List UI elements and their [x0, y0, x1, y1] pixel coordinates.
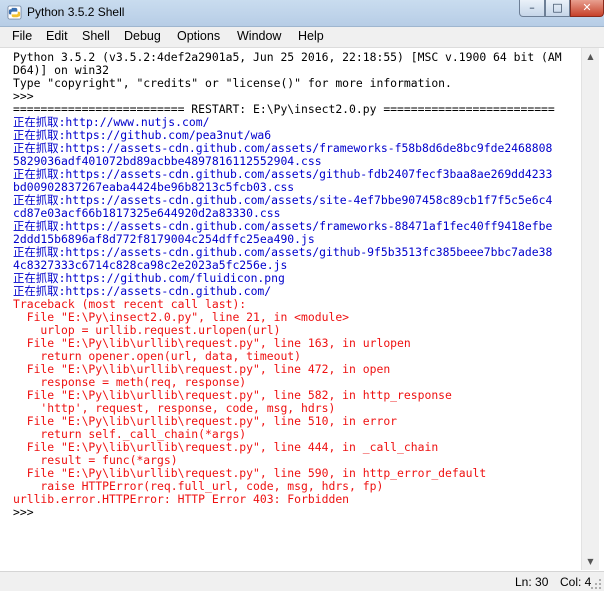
- maximize-button[interactable]: □: [545, 0, 570, 17]
- idle-shell-window: Python 3.5.2 Shell – □ ✕ File Edit Shell…: [0, 0, 604, 591]
- close-button[interactable]: ✕: [570, 0, 604, 17]
- status-line-number: Ln: 30: [515, 575, 549, 589]
- shell-text-area[interactable]: Python 3.5.2 (v3.5.2:4def2a2901a5, Jun 2…: [8, 48, 580, 570]
- menu-edit[interactable]: Edit: [46, 29, 68, 43]
- python-icon: [7, 5, 22, 20]
- shell-line: Type "copyright", "credits" or "license(…: [13, 76, 452, 90]
- shell-line: >>>: [13, 505, 41, 519]
- title-bar[interactable]: Python 3.5.2 Shell – □ ✕: [0, 0, 604, 27]
- menu-bar: File Edit Shell Debug Options Window Hel…: [0, 27, 604, 48]
- menu-shell[interactable]: Shell: [82, 29, 110, 43]
- scroll-down-arrow-icon[interactable]: ▼: [582, 553, 599, 570]
- menu-window[interactable]: Window: [237, 29, 281, 43]
- menu-file[interactable]: File: [12, 29, 32, 43]
- menu-help[interactable]: Help: [298, 29, 324, 43]
- status-column-number: Col: 4: [560, 575, 592, 589]
- menu-debug[interactable]: Debug: [124, 29, 161, 43]
- shell-line: urllib.error.HTTPError: HTTP Error 403: …: [13, 492, 350, 506]
- minimize-button[interactable]: –: [519, 0, 545, 17]
- status-bar: Ln: 30 Col: 4: [0, 571, 604, 591]
- scroll-up-arrow-icon[interactable]: ▲: [582, 48, 599, 65]
- resize-grip-icon[interactable]: [590, 578, 602, 590]
- window-title: Python 3.5.2 Shell: [27, 5, 125, 19]
- menu-options[interactable]: Options: [177, 29, 220, 43]
- vertical-scrollbar[interactable]: ▲ ▼: [581, 48, 599, 570]
